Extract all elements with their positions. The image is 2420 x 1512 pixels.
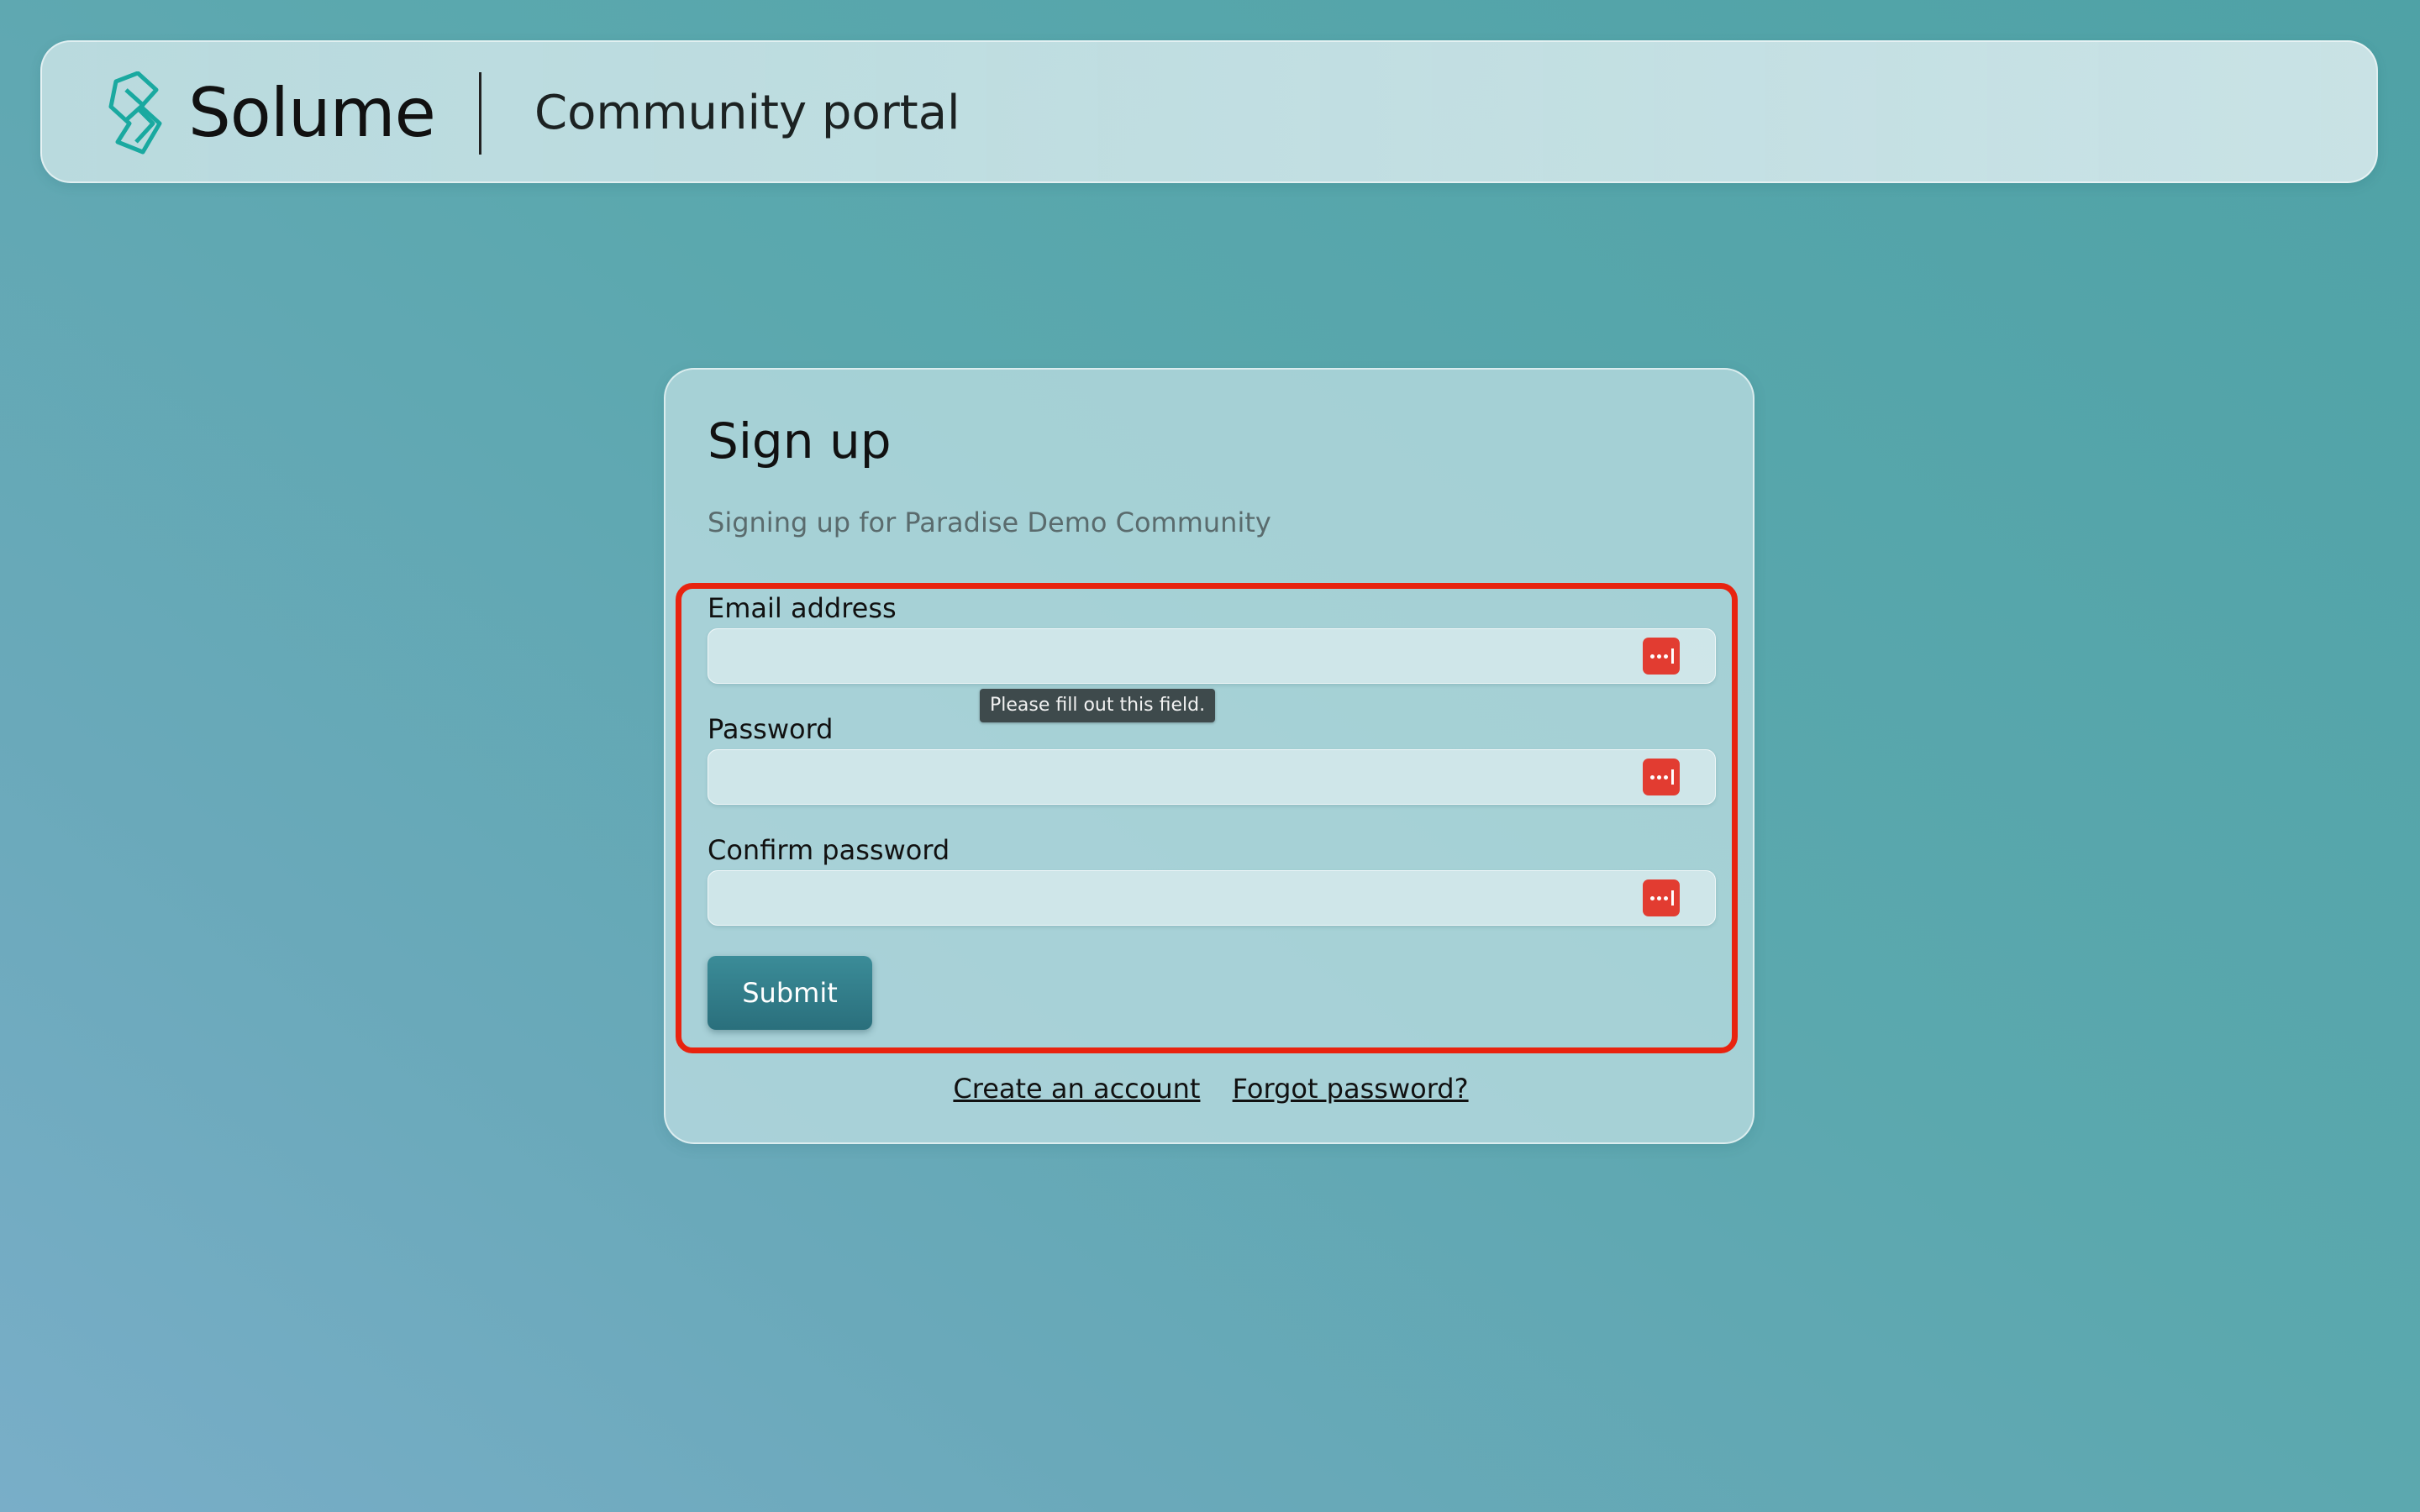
brand-name: Solume [188,74,436,152]
confirm-password-field[interactable] [708,870,1716,926]
password-manager-key-icon[interactable] [1643,759,1680,795]
signup-card: Sign up Signing up for Paradise Demo Com… [664,368,1754,1144]
confirm-password-label: Confirm password [708,834,950,866]
page-title: Sign up [708,412,892,470]
auth-links: Create an account Forgot password? [666,1072,1756,1105]
solume-logo-icon[interactable] [92,71,176,155]
portal-header: Solume Community portal [40,40,2378,183]
create-account-link[interactable]: Create an account [953,1073,1200,1105]
validation-tooltip: Please fill out this field. [980,689,1216,722]
password-manager-key-icon[interactable] [1643,638,1680,675]
email-label: Email address [708,592,897,624]
portal-title: Community portal [534,86,960,140]
password-label: Password [708,713,834,745]
forgot-password-link[interactable]: Forgot password? [1233,1073,1469,1105]
password-manager-key-icon[interactable] [1643,879,1680,916]
header-divider [479,72,481,155]
signup-subtitle: Signing up for Paradise Demo Community [708,507,1271,538]
password-field[interactable] [708,749,1716,805]
submit-button[interactable]: Submit [708,956,872,1030]
email-field[interactable] [708,628,1716,684]
